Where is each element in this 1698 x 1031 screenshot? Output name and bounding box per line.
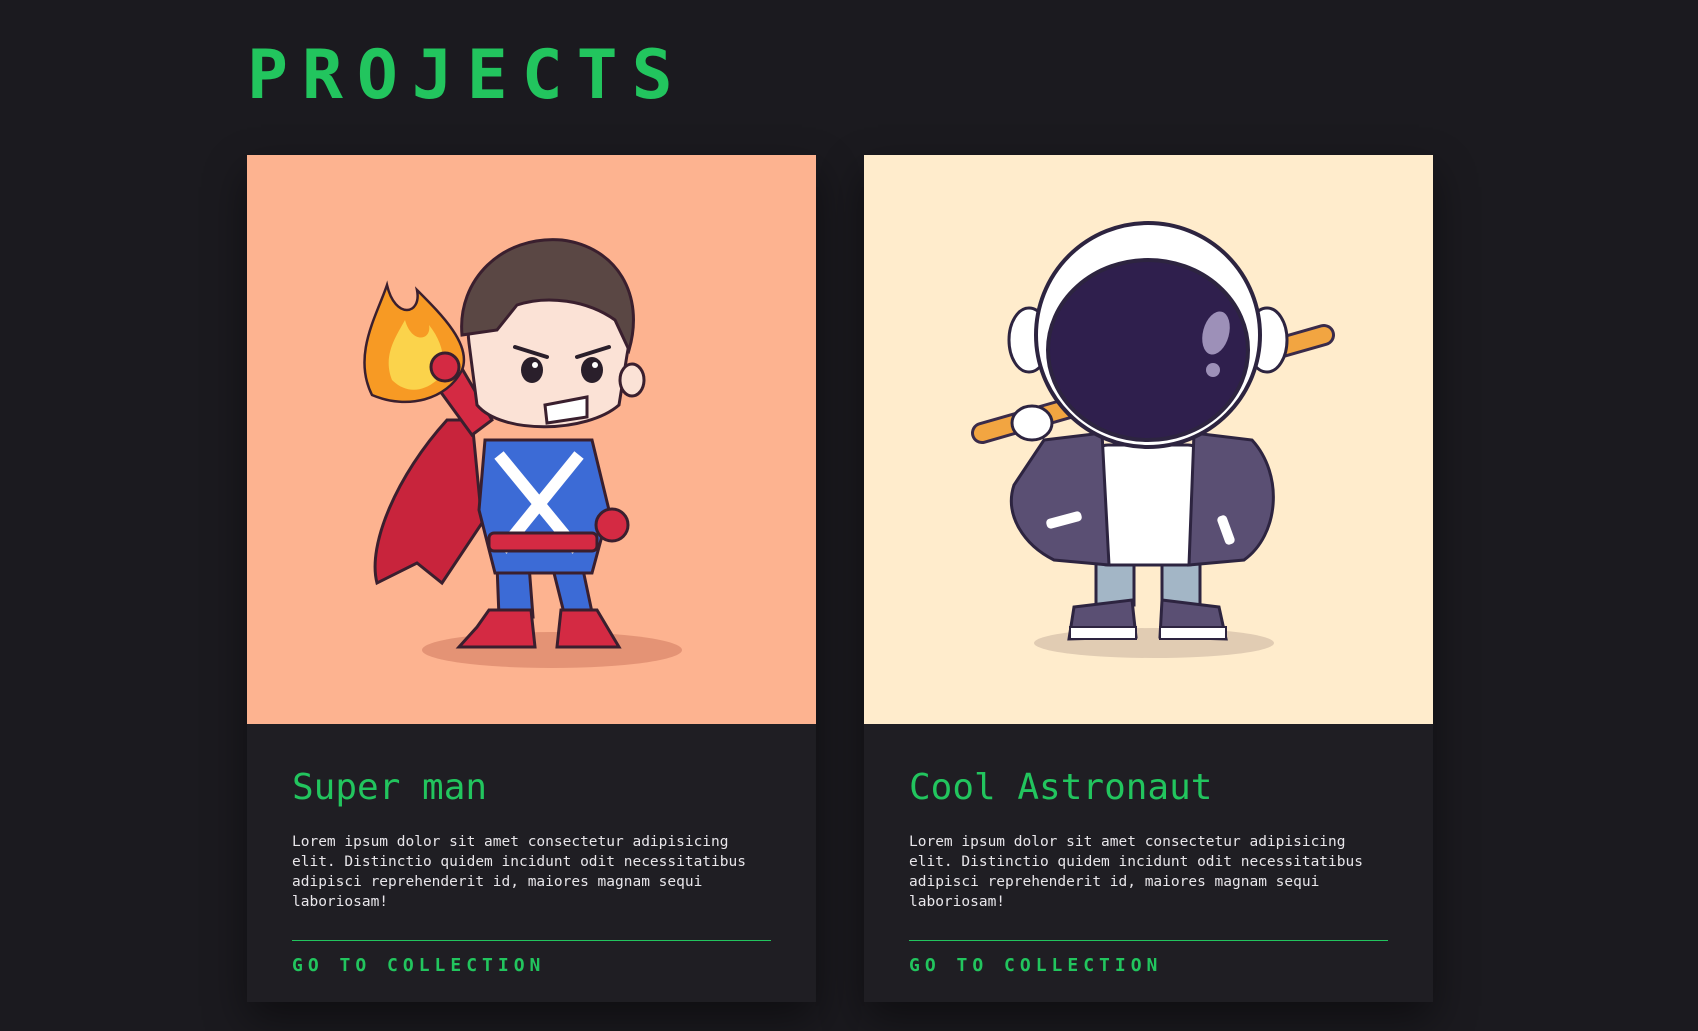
go-to-collection-link[interactable]: GO TO COLLECTION [292, 955, 545, 976]
card-title: Cool Astronaut [909, 767, 1213, 808]
go-to-collection-link[interactable]: GO TO COLLECTION [909, 955, 1162, 976]
card-title: Super man [292, 767, 488, 808]
divider [292, 940, 771, 941]
astronaut-illustration [864, 155, 1433, 724]
project-card-cool-astronaut: Cool Astronaut Lorem ipsum dolor sit ame… [864, 155, 1433, 1002]
divider [909, 940, 1388, 941]
project-card-super-man: Super man Lorem ipsum dolor sit amet con… [247, 155, 816, 1002]
card-description: Lorem ipsum dolor sit amet consectetur a… [909, 834, 1363, 910]
superhero-illustration [247, 155, 816, 724]
card-description: Lorem ipsum dolor sit amet consectetur a… [292, 834, 746, 910]
page-title: PROJECTS [247, 36, 687, 115]
